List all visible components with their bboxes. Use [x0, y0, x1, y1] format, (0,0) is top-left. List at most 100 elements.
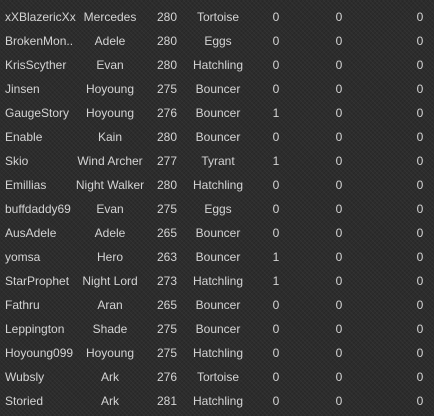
- member-class: Wind Archer: [77, 154, 143, 168]
- member-name: BrokenMon..: [5, 34, 74, 48]
- member-value-3: 0: [416, 346, 424, 360]
- member-value-1: 0: [272, 322, 280, 336]
- member-level: 265: [156, 226, 178, 240]
- member-pet: Bouncer: [195, 130, 241, 144]
- member-pet: Eggs: [204, 202, 232, 216]
- member-value-3: 0: [416, 154, 424, 168]
- member-class: Hoyoung: [85, 106, 135, 120]
- table-row[interactable]: StarProphet Night Lord 273 Hatchling 1 0 0: [0, 269, 434, 293]
- member-name: AusAdele: [5, 226, 57, 240]
- table-row[interactable]: GaugeStory Hoyoung 276 Bouncer 1 0 0: [0, 101, 434, 125]
- member-pet: Bouncer: [195, 250, 241, 264]
- member-value-3: 0: [416, 130, 424, 144]
- member-value-2: 0: [335, 298, 343, 312]
- member-value-1: 0: [272, 346, 280, 360]
- member-name: xXBlazericXx: [5, 10, 76, 24]
- member-name: Wubsly: [5, 370, 45, 384]
- table-row[interactable]: xXBlazericXx Mercedes 280 Tortoise 0 0 0: [0, 5, 434, 29]
- member-class: Hoyoung: [85, 346, 135, 360]
- member-pet: Tortoise: [196, 370, 240, 384]
- member-value-1: 0: [272, 202, 280, 216]
- member-class: Ark: [101, 370, 119, 384]
- member-pet: Tortoise: [196, 10, 240, 24]
- member-pet: Bouncer: [195, 82, 241, 96]
- table-row[interactable]: Leppington Shade 275 Bouncer 0 0 0: [0, 317, 434, 341]
- member-level: 277: [156, 154, 178, 168]
- member-level: 280: [156, 34, 178, 48]
- member-name: Emillias: [5, 178, 47, 192]
- table-row[interactable]: BrokenMon.. Adele 280 Eggs 0 0 0: [0, 29, 434, 53]
- member-value-1: 0: [272, 178, 280, 192]
- member-name: Skio: [5, 154, 29, 168]
- member-class: Night Lord: [82, 274, 138, 288]
- member-level: 280: [156, 58, 178, 72]
- member-value-2: 0: [335, 58, 343, 72]
- member-name: Jinsen: [5, 82, 40, 96]
- member-value-3: 0: [416, 226, 424, 240]
- member-value-2: 0: [335, 250, 343, 264]
- member-value-1: 0: [272, 58, 280, 72]
- member-value-3: 0: [416, 322, 424, 336]
- member-value-3: 0: [416, 82, 424, 96]
- table-row[interactable]: AusAdele Adele 265 Bouncer 0 0 0: [0, 221, 434, 245]
- member-value-1: 0: [272, 10, 280, 24]
- member-name: Storied: [5, 394, 44, 408]
- member-class: Mercedes: [83, 10, 137, 24]
- member-class: Kain: [97, 130, 123, 144]
- member-name: KrisScyther: [5, 58, 67, 72]
- member-value-2: 0: [335, 274, 343, 288]
- member-table: xXBlazericXx Mercedes 280 Tortoise 0 0 0 Broken…: [0, 5, 434, 413]
- member-name: GaugeStory: [5, 106, 70, 120]
- member-level: 280: [156, 130, 178, 144]
- member-value-2: 0: [335, 130, 343, 144]
- member-class: Evan: [96, 202, 124, 216]
- member-value-1: 0: [272, 394, 280, 408]
- member-level: 276: [156, 106, 178, 120]
- table-row[interactable]: Fathru Aran 265 Bouncer 0 0 0: [0, 293, 434, 317]
- member-value-2: 0: [335, 106, 343, 120]
- member-name: Leppington: [5, 322, 65, 336]
- member-pet: Hatchling: [192, 58, 244, 72]
- member-value-2: 0: [335, 82, 343, 96]
- member-class: Adele: [94, 34, 126, 48]
- member-value-1: 0: [272, 226, 280, 240]
- member-value-2: 0: [335, 154, 343, 168]
- member-value-2: 0: [335, 322, 343, 336]
- table-row[interactable]: Skio Wind Archer 277 Tyrant 1 0 0: [0, 149, 434, 173]
- member-pet: Tyrant: [201, 154, 235, 168]
- member-value-3: 0: [416, 370, 424, 384]
- member-value-1: 1: [272, 250, 280, 264]
- table-row[interactable]: Enable Kain 280 Bouncer 0 0 0: [0, 125, 434, 149]
- table-row[interactable]: Storied Ark 281 Hatchling 0 0 0: [0, 389, 434, 413]
- member-name: Enable: [5, 130, 43, 144]
- member-value-1: 0: [272, 370, 280, 384]
- member-value-1: 0: [272, 82, 280, 96]
- member-name: StarProphet: [5, 274, 70, 288]
- table-row[interactable]: Jinsen Hoyoung 275 Bouncer 0 0 0: [0, 77, 434, 101]
- member-value-2: 0: [335, 202, 343, 216]
- member-pet: Bouncer: [195, 322, 241, 336]
- member-level: 265: [156, 298, 178, 312]
- member-name: Hoyoung099: [5, 346, 74, 360]
- member-class: Night Walker: [75, 178, 145, 192]
- member-value-2: 0: [335, 346, 343, 360]
- member-value-3: 0: [416, 178, 424, 192]
- member-class: Hoyoung: [85, 82, 135, 96]
- table-row[interactable]: buffdaddy69 Evan 275 Eggs 0 0 0: [0, 197, 434, 221]
- member-value-2: 0: [335, 178, 343, 192]
- member-name: yomsa: [5, 250, 41, 264]
- member-value-3: 0: [416, 106, 424, 120]
- table-row[interactable]: Hoyoung099 Hoyoung 275 Hatchling 0 0 0: [0, 341, 434, 365]
- table-row[interactable]: KrisScyther Evan 280 Hatchling 0 0 0: [0, 53, 434, 77]
- member-value-2: 0: [335, 226, 343, 240]
- member-class: Adele: [94, 226, 126, 240]
- table-row[interactable]: Wubsly Ark 276 Tortoise 0 0 0: [0, 365, 434, 389]
- member-pet: Bouncer: [195, 106, 241, 120]
- member-level: 275: [156, 322, 178, 336]
- member-pet: Hatchling: [192, 346, 244, 360]
- member-pet: Eggs: [204, 34, 232, 48]
- member-pet: Hatchling: [192, 274, 244, 288]
- table-row[interactable]: yomsa Hero 263 Bouncer 1 0 0: [0, 245, 434, 269]
- table-row[interactable]: Emillias Night Walker 280 Hatchling 0 0 0: [0, 173, 434, 197]
- member-pet: Bouncer: [195, 298, 241, 312]
